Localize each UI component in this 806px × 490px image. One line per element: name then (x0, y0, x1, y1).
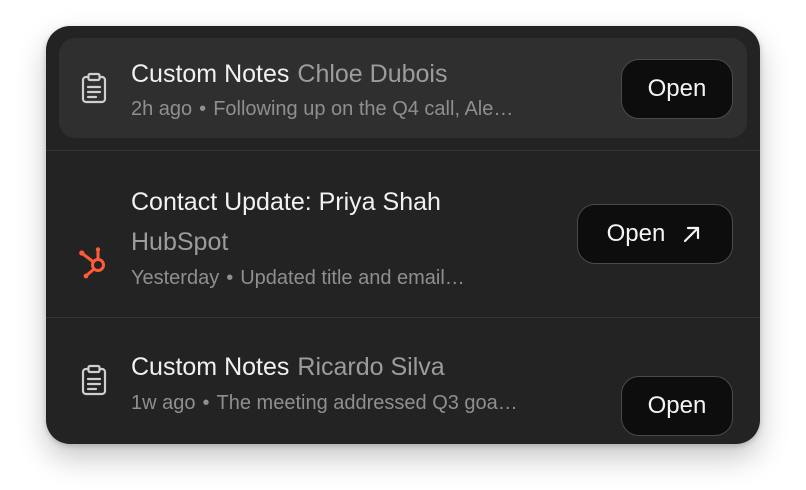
open-button-label: Open (647, 75, 707, 102)
item-title-line: Custom Notes Ricardo Silva (131, 353, 445, 382)
item-source: HubSpot (131, 228, 229, 256)
clipboard-icon (77, 71, 111, 105)
activity-card: Custom Notes Chloe Dubois 2h ago • Followin… (46, 26, 760, 444)
list-item[interactable]: Custom Notes Chloe Dubois 2h ago • Followin… (46, 26, 760, 150)
external-link-icon (684, 226, 700, 243)
item-meta: 2h ago • Following up on the Q4 call, Ale… (131, 98, 513, 121)
item-person: Ricardo Silva (297, 353, 445, 381)
open-button[interactable]: Open (621, 59, 733, 119)
open-button[interactable]: Open (621, 376, 733, 436)
list-item[interactable]: Custom Notes Ricardo Silva 1w ago • The mee… (46, 317, 760, 444)
open-external-button[interactable]: Open (577, 204, 733, 264)
item-title: Custom Notes (131, 60, 290, 88)
item-snippet: Following up on the Q4 call, Ale… (213, 98, 514, 120)
hubspot-icon (77, 245, 111, 279)
clipboard-icon (77, 363, 111, 397)
item-time: 2h ago (131, 98, 193, 120)
item-title: Custom Notes (131, 353, 290, 381)
meta-separator: • (202, 392, 210, 414)
item-meta: 1w ago • The meeting addressed Q3 goa… (131, 392, 518, 415)
item-title: Contact Update: Priya Shah (131, 188, 441, 216)
item-time: 1w ago (131, 392, 196, 414)
item-snippet: Updated title and email… (240, 267, 465, 289)
list-item[interactable]: Contact Update: Priya Shah HubSpot Yeste… (46, 150, 760, 318)
item-person: Chloe Dubois (297, 60, 448, 88)
item-snippet: The meeting addressed Q3 goa… (216, 392, 518, 414)
open-button-label: Open (606, 220, 666, 247)
item-title-line: Contact Update: Priya Shah (131, 188, 441, 217)
meta-separator: • (199, 98, 207, 120)
meta-separator: • (226, 267, 234, 289)
item-meta: Yesterday • Updated title and email… (131, 267, 465, 290)
item-time: Yesterday (131, 267, 220, 289)
item-title-line: Custom Notes Chloe Dubois (131, 60, 447, 89)
open-button-label: Open (647, 392, 707, 419)
